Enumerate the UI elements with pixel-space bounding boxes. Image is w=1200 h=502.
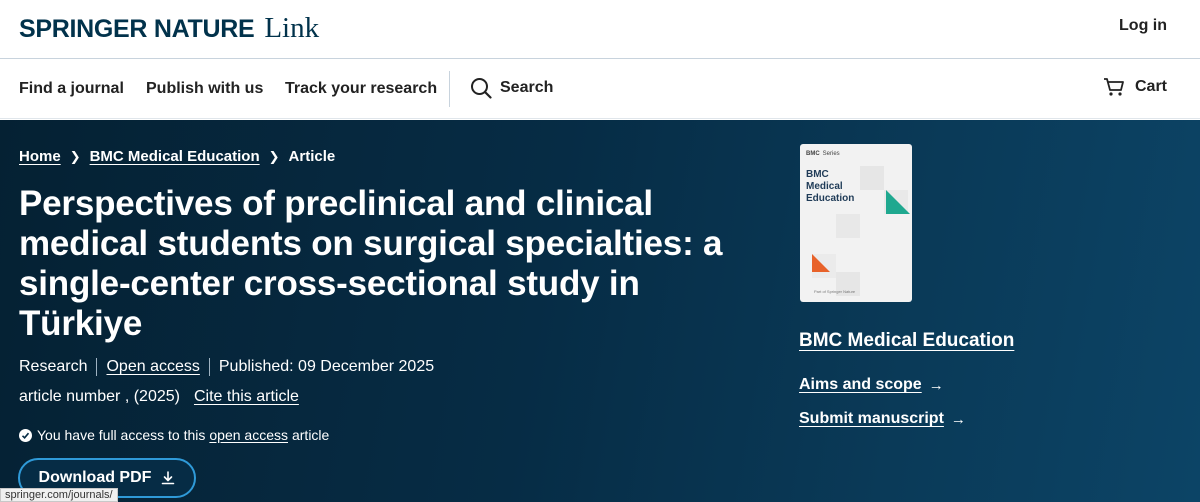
chevron-right-icon: ❯ — [69, 148, 81, 164]
cover-series: BMC Series — [806, 151, 840, 157]
breadcrumb: Home ❯ BMC Medical Education ❯ Article — [19, 148, 335, 165]
cover-pattern — [812, 166, 910, 296]
meta-divider — [96, 358, 98, 376]
nav-divider — [449, 71, 450, 107]
cover-title-line: Education — [806, 193, 855, 204]
download-icon — [162, 471, 175, 485]
aims-and-scope-link[interactable]: Aims and scope → — [799, 376, 944, 394]
chevron-right-icon: ❯ — [268, 148, 280, 164]
breadcrumb-home[interactable]: Home — [19, 148, 61, 165]
full-access-notice: You have full access to this open access… — [19, 427, 329, 443]
article-type: Research — [19, 358, 88, 375]
cart-label: Cart — [1134, 78, 1167, 95]
nav-track-your-research[interactable]: Track your research — [285, 80, 437, 98]
full-access-open-access-link[interactable]: open access — [209, 427, 288, 443]
cover-title: BMC Medical Education — [806, 169, 854, 205]
article-meta: Research Open access Published: 09 Decem… — [19, 358, 434, 376]
article-number: article number , (2025) — [19, 388, 180, 405]
open-access-link[interactable]: Open access — [106, 358, 199, 376]
nav-find-a-journal[interactable]: Find a journal — [19, 80, 124, 98]
submit-manuscript-label: Submit manuscript — [799, 410, 944, 427]
nav-publish-with-us[interactable]: Publish with us — [146, 80, 263, 98]
download-pdf-label: Download PDF — [38, 469, 152, 486]
search-button[interactable]: Search — [470, 77, 553, 99]
search-label: Search — [500, 79, 554, 96]
top-header: SPRINGER NATURE Link Log in — [0, 0, 1200, 59]
cover-title-line: BMC — [806, 169, 829, 180]
cart-icon — [1103, 78, 1124, 96]
published-date: Published: 09 December 2025 — [218, 358, 435, 375]
submit-manuscript-link[interactable]: Submit manuscript → — [799, 410, 966, 428]
logo-brand-text: SPRINGER NATURE — [19, 15, 255, 43]
arrow-right-icon: → — [928, 376, 944, 394]
journal-cover-image[interactable]: BMC Series BMC Medical Education Part of… — [800, 144, 912, 302]
breadcrumb-current: Article — [288, 148, 336, 165]
search-icon — [471, 78, 492, 99]
article-title: Perspectives of preclinical and clinical… — [19, 184, 723, 343]
cover-publisher: Part of Springer Nature — [814, 289, 856, 294]
login-link[interactable]: Log in — [1119, 17, 1167, 35]
cart-button[interactable]: Cart — [1103, 77, 1167, 97]
full-access-prefix: You have full access to this — [37, 427, 206, 443]
main-navigation: Find a journal Publish with us Track you… — [0, 59, 1200, 119]
meta-divider — [208, 358, 210, 376]
browser-status-url: springer.com/journals/ — [0, 488, 118, 502]
logo-link-text: Link — [264, 12, 320, 44]
article-citation-meta: article number , (2025) Cite this articl… — [19, 388, 299, 406]
journal-title-link[interactable]: BMC Medical Education — [799, 330, 1014, 352]
full-access-suffix: article — [291, 427, 330, 443]
cover-series-brand: BMC — [806, 151, 820, 157]
cite-this-article-link[interactable]: Cite this article — [194, 388, 299, 406]
breadcrumb-journal[interactable]: BMC Medical Education — [90, 148, 260, 165]
article-hero: Home ❯ BMC Medical Education ❯ Article P… — [0, 120, 1200, 502]
arrow-right-icon: → — [950, 410, 966, 428]
springer-nature-link-logo[interactable]: SPRINGER NATURE Link — [19, 12, 319, 45]
cover-title-line: Medical — [806, 181, 843, 192]
cover-series-label: Series — [822, 151, 840, 157]
aims-and-scope-label: Aims and scope — [799, 376, 922, 393]
check-circle-icon — [19, 428, 32, 442]
